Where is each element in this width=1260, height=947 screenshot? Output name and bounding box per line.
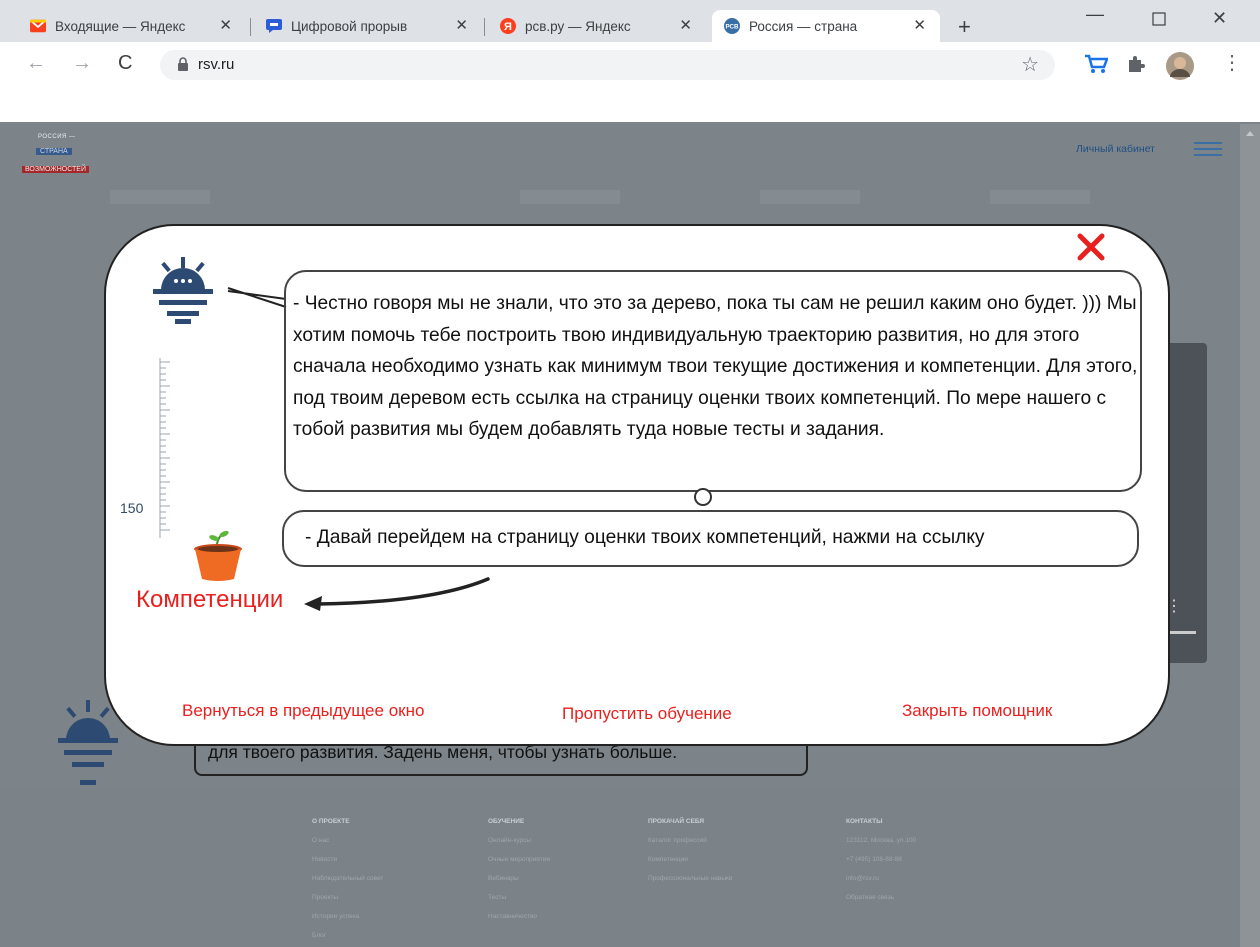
tab-yandex[interactable]: Я рсв.ру — Яндекс ✕ bbox=[500, 10, 700, 42]
new-tab-icon[interactable]: + bbox=[958, 14, 971, 40]
footer-column-about: О ПРОЕКТЕ О нас Новости Наблюдательный с… bbox=[312, 812, 383, 945]
footer-contact[interactable]: info@rsv.ru bbox=[846, 869, 916, 888]
assistant-prompt-bubble: - Давай перейдем на страницу оценки твои… bbox=[282, 510, 1139, 567]
avatar[interactable] bbox=[1166, 52, 1194, 85]
tab-digital[interactable]: Цифровой прорыв ✕ bbox=[266, 10, 476, 42]
arrow-icon bbox=[304, 577, 490, 611]
site-logo[interactable]: РОССИЯ — СТРАНА ВОЗМОЖНОСТЕЙ bbox=[22, 134, 110, 173]
footer-link[interactable]: Проекты bbox=[312, 888, 383, 907]
footer-link[interactable]: Очные мероприятия bbox=[488, 850, 550, 869]
yandex-icon: Я bbox=[500, 18, 516, 34]
forward-icon[interactable]: → bbox=[72, 52, 92, 75]
tab-title: Входящие — Яндекс bbox=[55, 18, 186, 34]
footer-link[interactable]: Обратная связь bbox=[846, 888, 916, 907]
menu-kebab-icon[interactable]: ⋮ bbox=[1222, 50, 1242, 75]
svg-text:Я: Я bbox=[504, 21, 512, 33]
assistant-prompt-text: - Давай перейдем на страницу оценки твои… bbox=[305, 527, 985, 548]
footer-link[interactable]: Каталог профессий bbox=[648, 831, 732, 850]
nav-placeholder bbox=[760, 190, 860, 204]
lock-icon bbox=[178, 57, 188, 76]
footer-column-level-up: ПРОКАЧАЙ СЕБЯ Каталог профессий Компетен… bbox=[648, 812, 732, 888]
tab-close-icon[interactable]: ✕ bbox=[679, 16, 692, 34]
footer-link[interactable]: Истории успеха bbox=[312, 907, 383, 926]
footer-link[interactable]: Наблюдательный совет bbox=[312, 869, 383, 888]
sprout-pot-icon bbox=[190, 527, 246, 588]
footer-link[interactable]: Блог bbox=[312, 926, 383, 945]
rsv-icon: РСВ bbox=[724, 18, 740, 34]
mascot-icon[interactable] bbox=[56, 700, 120, 797]
progress-ruler bbox=[159, 358, 170, 538]
footer-link[interactable]: Новости bbox=[312, 850, 383, 869]
footer-contact[interactable]: +7 (495) 108-88-88 bbox=[846, 850, 916, 869]
progress-indicator bbox=[1166, 631, 1196, 634]
footer-link[interactable]: Тесты bbox=[488, 888, 550, 907]
footer-column-learning: ОБУЧЕНИЕ Онлайн-курсы Очные мероприятия … bbox=[488, 812, 550, 926]
footer-link[interactable]: Наставничество bbox=[488, 907, 550, 926]
tab-close-icon[interactable]: ✕ bbox=[913, 16, 926, 34]
close-assistant-button[interactable]: Закрыть помощник bbox=[902, 701, 1052, 721]
ruler-value: 150 bbox=[120, 500, 144, 516]
minimize-icon[interactable]: — bbox=[1086, 4, 1104, 25]
tab-title: Цифровой прорыв bbox=[291, 18, 408, 34]
tab-mail[interactable]: Входящие — Яндекс ✕ bbox=[30, 10, 240, 42]
nav-placeholder bbox=[990, 190, 1090, 204]
hamburger-menu-icon[interactable] bbox=[1194, 138, 1222, 160]
tab-bar: Входящие — Яндекс ✕ Цифровой прорыв ✕ Я … bbox=[0, 0, 1260, 42]
competencies-link[interactable]: Компетенции bbox=[136, 586, 283, 614]
footer bbox=[0, 790, 1240, 947]
cart-extension-icon[interactable] bbox=[1084, 54, 1109, 79]
tab-close-icon[interactable]: ✕ bbox=[455, 16, 468, 34]
back-to-previous-button[interactable]: Вернуться в предыдущее окно bbox=[182, 701, 424, 721]
tab-title: рсв.ру — Яндекс bbox=[525, 18, 631, 34]
assistant-message-text: - Честно говоря мы не знали, что это за … bbox=[293, 293, 1138, 440]
footer-column-contacts: КОНТАКТЫ 123112, Москва, ул.100 +7 (495)… bbox=[846, 812, 916, 907]
personal-cabinet-link[interactable]: Личный кабинет bbox=[1076, 143, 1155, 155]
svg-text:РСВ: РСВ bbox=[726, 24, 739, 31]
bookmark-star-icon[interactable]: ☆ bbox=[1021, 52, 1039, 77]
footer-link[interactable]: О нас bbox=[312, 831, 383, 850]
url-text: rsv.ru bbox=[198, 56, 235, 73]
nav-placeholder bbox=[520, 190, 620, 204]
tab-rsv-active[interactable]: РСВ Россия — страна ✕ bbox=[712, 10, 940, 42]
tab-title: Россия — страна bbox=[749, 18, 858, 34]
toolbar: ← → C rsv.ru ☆ ⋮ bbox=[0, 42, 1260, 122]
maximize-icon[interactable] bbox=[1152, 10, 1166, 31]
tab-close-icon[interactable]: ✕ bbox=[219, 16, 232, 34]
tab-separator bbox=[250, 18, 251, 36]
footer-link[interactable]: Профессиональные навыки bbox=[648, 869, 732, 888]
skip-tutorial-button[interactable]: Пропустить обучение bbox=[562, 704, 732, 724]
window-close-icon[interactable]: ✕ bbox=[1212, 8, 1227, 29]
scrollbar[interactable] bbox=[1240, 124, 1260, 947]
footer-link[interactable]: Вебинары bbox=[488, 869, 550, 888]
reload-icon[interactable]: C bbox=[118, 52, 132, 75]
address-bar[interactable]: rsv.ru ☆ bbox=[160, 50, 1055, 80]
extensions-puzzle-icon[interactable] bbox=[1126, 54, 1146, 79]
bubble-connector bbox=[694, 488, 712, 506]
logo-line: ВОЗМОЖНОСТЕЙ bbox=[22, 166, 89, 173]
chat-icon bbox=[266, 18, 282, 34]
footer-link[interactable]: Компетенции bbox=[648, 850, 732, 869]
tab-separator bbox=[484, 18, 485, 36]
assistant-mascot-icon bbox=[150, 257, 290, 342]
back-icon[interactable]: ← bbox=[26, 52, 46, 75]
assistant-message-bubble: - Честно говоря мы не знали, что это за … bbox=[284, 270, 1142, 492]
footer-contact: 123112, Москва, ул.100 bbox=[846, 837, 917, 844]
logo-line: СТРАНА bbox=[36, 148, 72, 155]
mail-icon bbox=[30, 18, 46, 34]
nav-placeholder bbox=[110, 190, 210, 204]
close-x-icon[interactable] bbox=[1076, 232, 1106, 267]
footer-link[interactable]: Онлайн-курсы bbox=[488, 831, 550, 850]
